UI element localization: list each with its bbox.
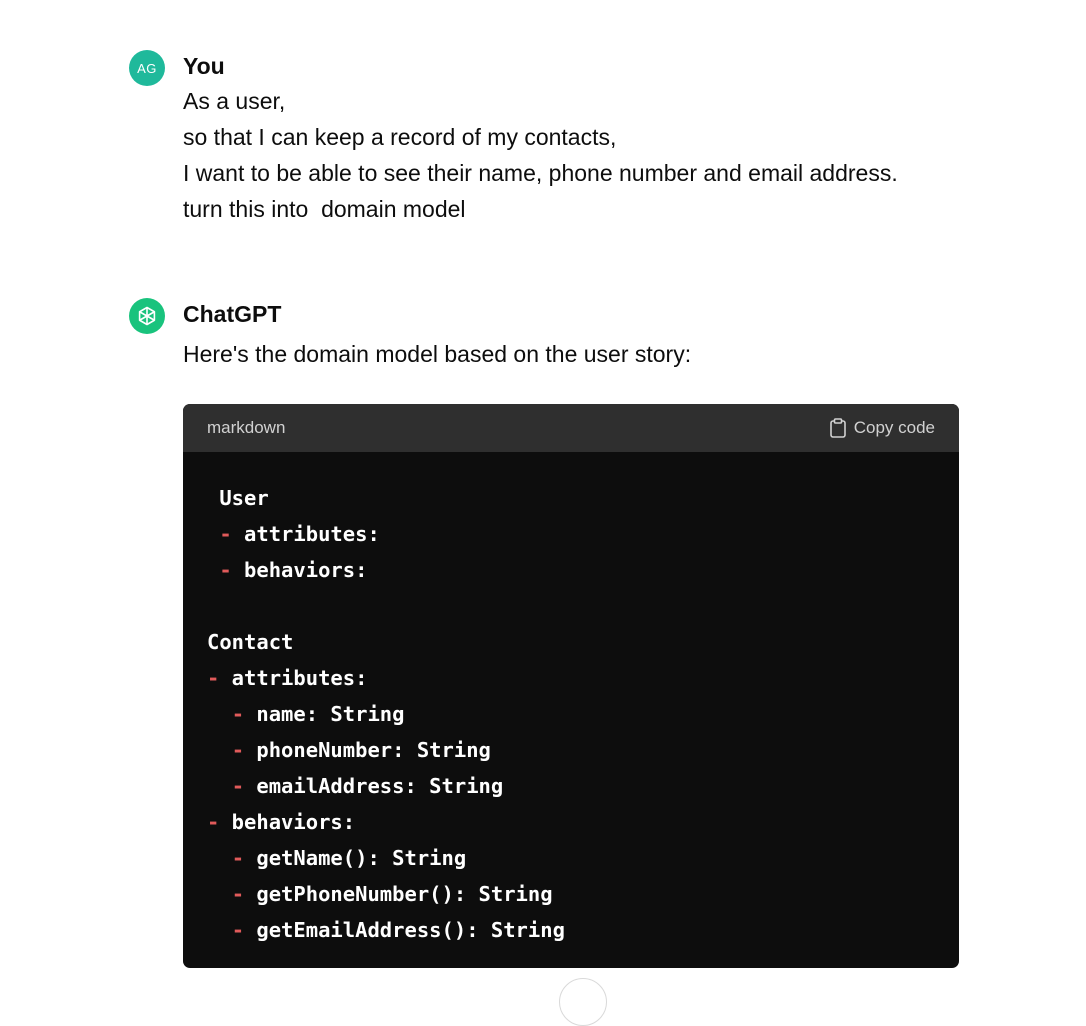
code-line-text: attributes: <box>219 666 368 690</box>
user-message-line: As a user, <box>183 88 286 114</box>
code-line-indent <box>207 774 232 798</box>
code-line: - getName(): String <box>207 840 935 876</box>
code-line-bullet: - <box>231 774 245 798</box>
code-line-text: getName(): String <box>244 846 467 870</box>
code-line-text: behaviors: <box>219 810 356 834</box>
code-line-indent <box>207 486 219 510</box>
code-line-text: name: String <box>244 702 405 726</box>
code-line-text: getEmailAddress(): String <box>244 918 565 942</box>
code-line-indent <box>207 522 219 546</box>
code-line-text: attributes: <box>231 522 380 546</box>
code-block: markdown Copy code User - attributes: - … <box>183 404 959 968</box>
code-line-text: getPhoneNumber(): String <box>244 882 553 906</box>
code-line: - getPhoneNumber(): String <box>207 876 935 912</box>
user-message-line: turn this into domain model <box>183 196 466 222</box>
copy-code-button[interactable]: Copy code <box>829 418 935 438</box>
user-message-line: I want to be able to see their name, pho… <box>183 160 898 186</box>
user-message-line: so that I can keep a record of my contac… <box>183 124 617 150</box>
assistant-message: ChatGPT Here's the domain model based on… <box>129 298 959 988</box>
code-line-bullet: - <box>231 702 245 726</box>
code-line-text: Contact <box>207 630 294 654</box>
code-line-indent <box>207 882 232 906</box>
code-line: - behaviors: <box>207 552 935 588</box>
code-line-bullet: - <box>219 522 232 546</box>
code-line-bullet: - <box>219 558 232 582</box>
assistant-author-name: ChatGPT <box>183 301 282 327</box>
code-line: - behaviors: <box>207 804 935 840</box>
code-line-text: behaviors: <box>231 558 368 582</box>
code-line-bullet: - <box>231 882 245 906</box>
assistant-intro-text: Here's the domain model based on the use… <box>183 341 692 367</box>
code-line-text: phoneNumber: String <box>244 738 491 762</box>
user-message: AG You As a user, so that I can keep a r… <box>129 50 959 240</box>
code-line: - attributes: <box>207 516 935 552</box>
code-block-header: markdown Copy code <box>183 404 959 452</box>
code-line: - name: String <box>207 696 935 732</box>
code-line: - phoneNumber: String <box>207 732 935 768</box>
code-line-bullet: - <box>231 738 245 762</box>
copy-code-label: Copy code <box>853 418 935 437</box>
code-line-indent <box>207 738 232 762</box>
clipboard-icon <box>829 418 846 438</box>
code-line: - getEmailAddress(): String <box>207 912 935 948</box>
code-line-bullet: - <box>231 918 245 942</box>
code-line-bullet: - <box>207 666 220 690</box>
code-language-label: markdown <box>207 418 286 437</box>
user-message-text: As a user, so that I can keep a record o… <box>183 83 898 227</box>
openai-logo-icon <box>129 298 165 334</box>
user-avatar-initials: AG <box>137 60 157 76</box>
code-line-bullet: - <box>231 846 245 870</box>
code-line-bullet: - <box>207 810 220 834</box>
code-line: - emailAddress: String <box>207 768 935 804</box>
code-line-text: User <box>219 486 269 510</box>
code-line: Contact <box>207 624 935 660</box>
code-line: User <box>207 480 935 516</box>
code-line-indent <box>207 558 219 582</box>
code-content: User - attributes: - behaviors: Contact - … <box>183 452 959 948</box>
code-line-indent <box>207 846 232 870</box>
scroll-down-button[interactable] <box>559 978 607 1026</box>
code-line-text: emailAddress: String <box>244 774 504 798</box>
code-line: - attributes: <box>207 660 935 696</box>
code-line-indent <box>207 918 232 942</box>
code-line-indent <box>207 702 232 726</box>
user-author-name: You <box>183 53 225 79</box>
user-avatar: AG <box>129 50 165 86</box>
